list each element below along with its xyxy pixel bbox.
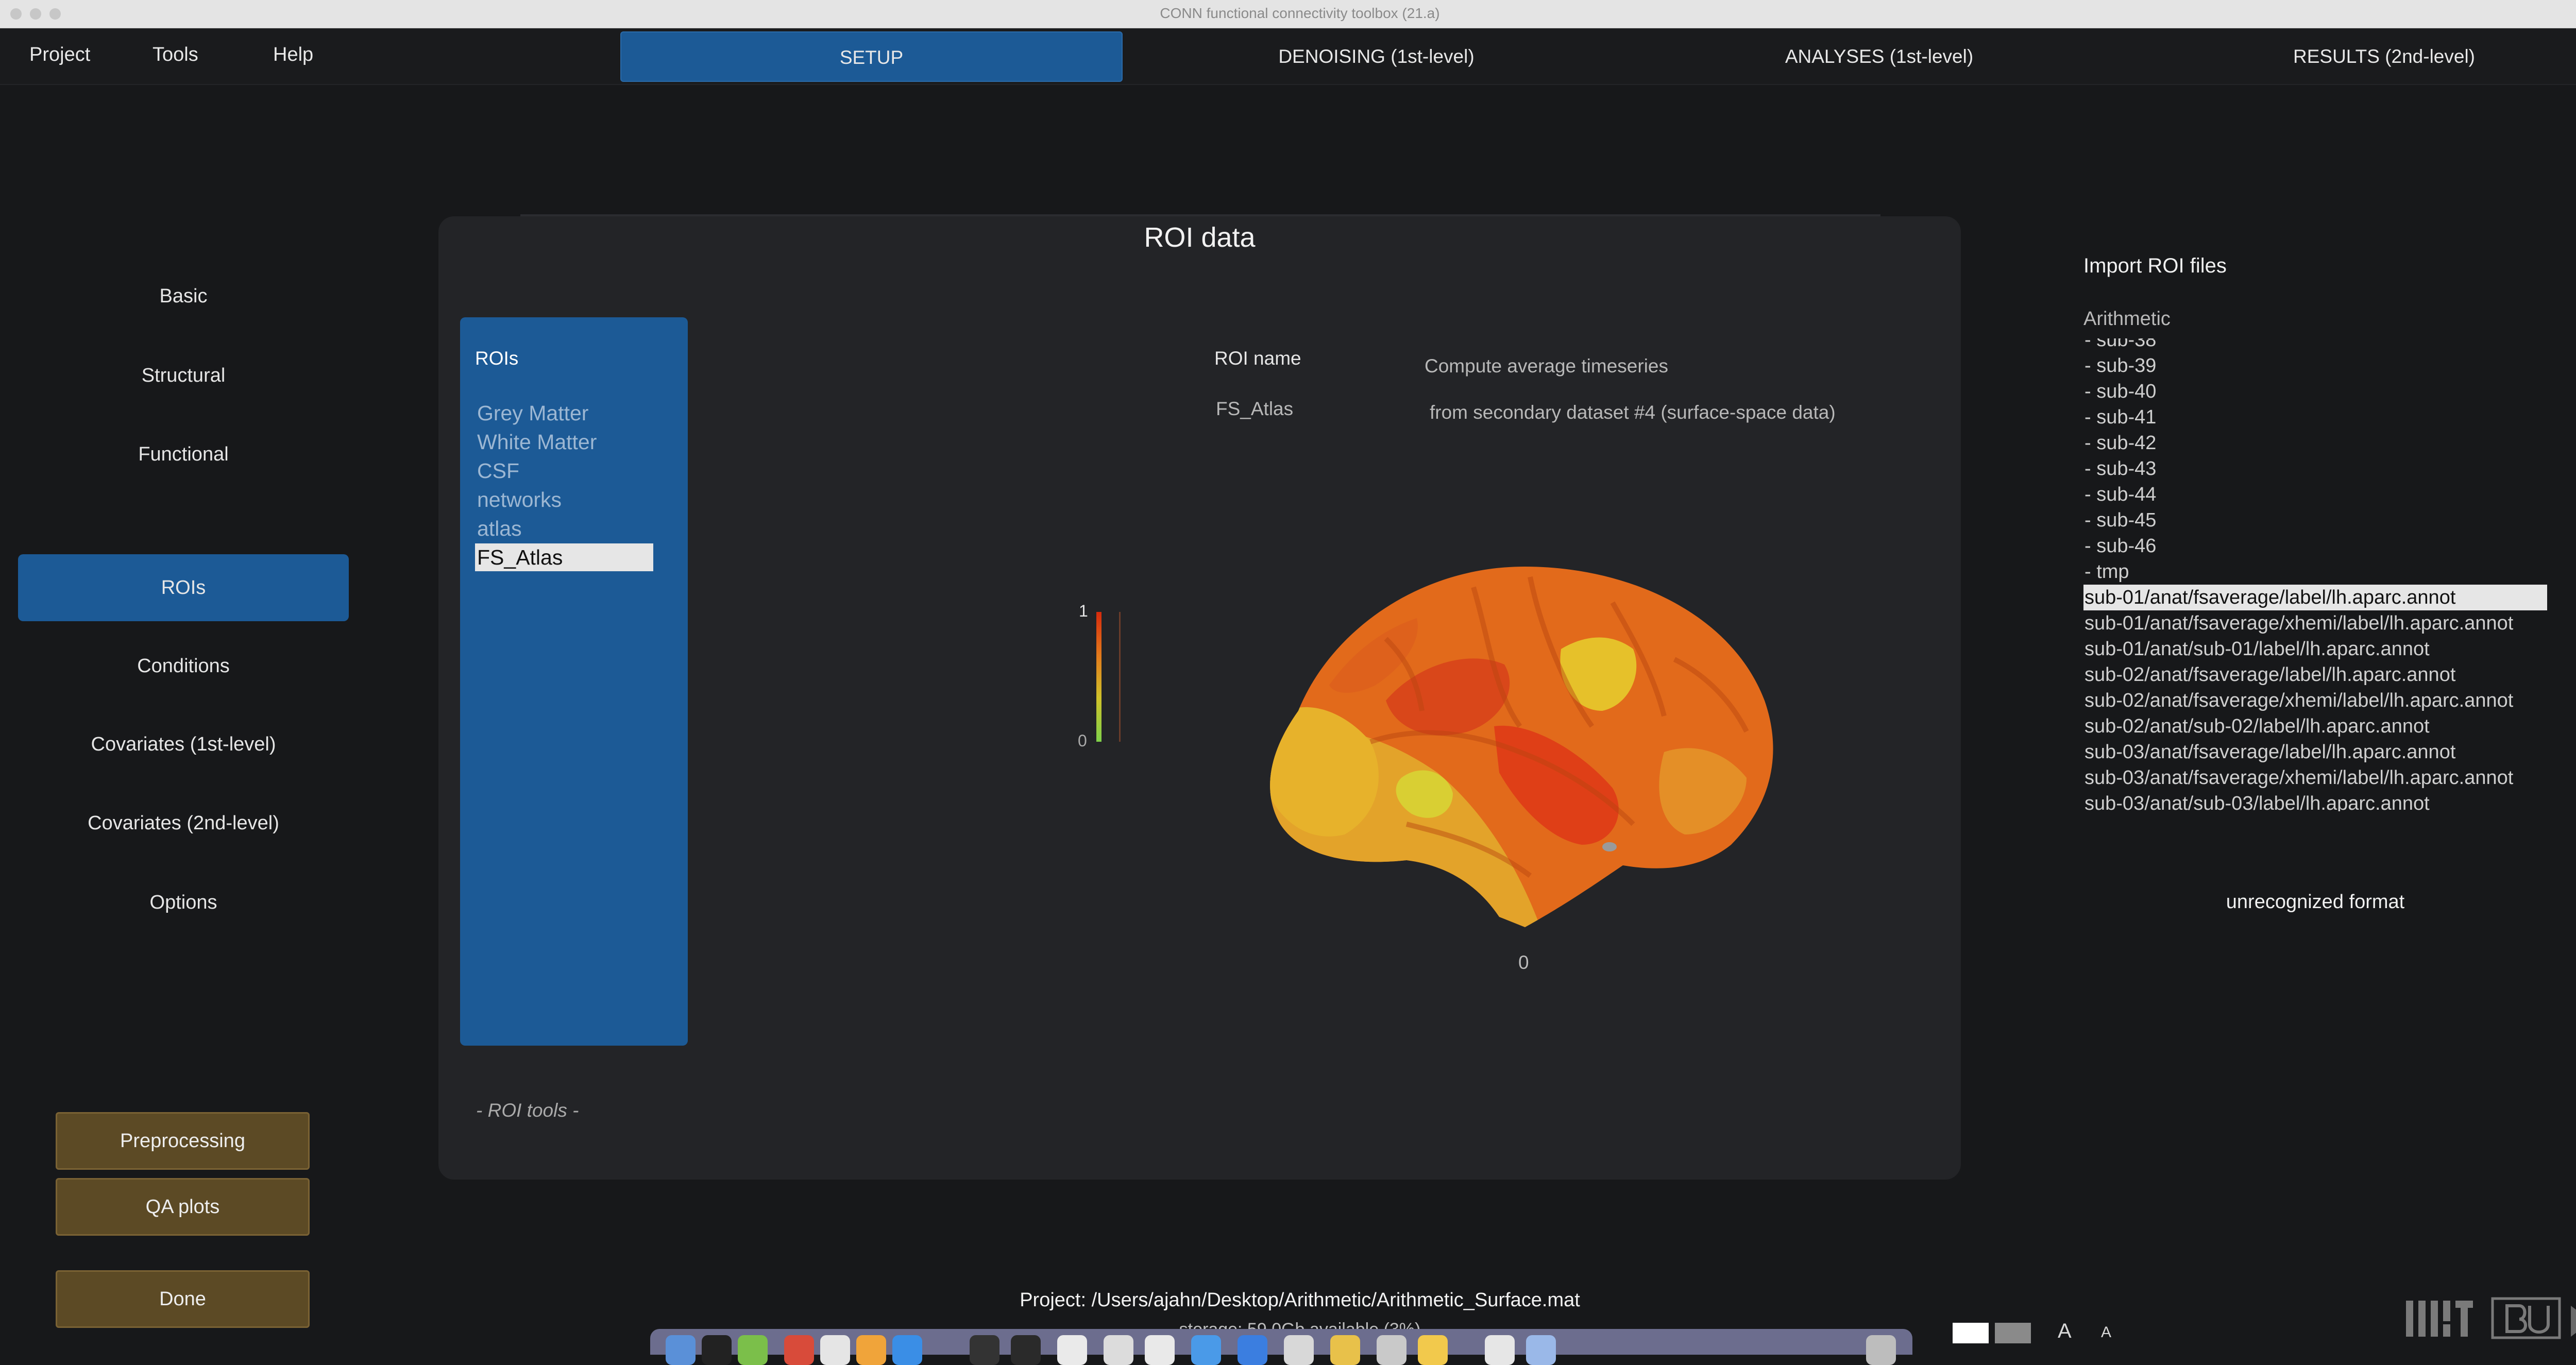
file-item[interactable]: - sub-46 [2083, 533, 2547, 559]
menu-help[interactable]: Help [273, 44, 313, 66]
roi-item-networks[interactable]: networks [475, 486, 562, 514]
institution-logos [2406, 1297, 2576, 1339]
file-item[interactable]: sub-03/anat/fsaverage/xhemi/label/lh.apa… [2083, 765, 2547, 791]
file-item[interactable]: - sub-45 [2083, 507, 2547, 533]
file-item[interactable]: sub-02/anat/fsaverage/xhemi/label/lh.apa… [2083, 688, 2547, 713]
macos-dock [650, 1329, 1912, 1365]
colorbar-max-label: 1 [1079, 602, 1088, 620]
folder-icon[interactable] [1526, 1335, 1556, 1365]
roi-item-fs-atlas[interactable]: FS_Atlas [475, 543, 653, 571]
document-icon[interactable] [1485, 1335, 1515, 1365]
nav-functional[interactable]: Functional [18, 421, 349, 488]
light-theme-swatch[interactable] [1953, 1323, 1989, 1343]
app-icon[interactable] [1104, 1335, 1133, 1365]
app-icon[interactable] [1057, 1335, 1087, 1365]
roi-tools-menu[interactable]: - ROI tools - [476, 1100, 579, 1121]
medial-wall-marker [1602, 842, 1617, 851]
app-icon[interactable] [1238, 1335, 1267, 1365]
app-icon[interactable] [738, 1335, 768, 1365]
nav-options[interactable]: Options [18, 869, 349, 936]
tab-analyses[interactable]: ANALYSES (1st-level) [1628, 31, 2130, 82]
app-icon[interactable] [1284, 1335, 1314, 1365]
roi-item-csf[interactable]: CSF [475, 457, 519, 485]
bu-logo-letter-u [2528, 1306, 2550, 1334]
file-item[interactable]: sub-01/anat/sub-01/label/lh.aparc.annot [2083, 636, 2547, 662]
trash-icon[interactable] [1866, 1335, 1896, 1365]
app-icon[interactable] [970, 1335, 999, 1365]
file-item[interactable]: - sub-43 [2083, 456, 2547, 482]
rois-header: ROIs [475, 348, 519, 369]
source-dataset-select[interactable]: from secondary dataset #4 (surface-space… [1430, 402, 1836, 423]
app-icon[interactable] [1145, 1335, 1175, 1365]
window-title: CONN functional connectivity toolbox (21… [1160, 5, 1440, 21]
app-icon[interactable] [892, 1335, 922, 1365]
colorbar-outline [1119, 612, 1121, 742]
app-icon[interactable] [820, 1335, 850, 1365]
finder-icon[interactable] [666, 1335, 696, 1365]
app-icon[interactable] [1330, 1335, 1360, 1365]
tab-denoising[interactable]: DENOISING (1st-level) [1125, 31, 1628, 82]
colorbar-min-label: 0 [1078, 731, 1087, 750]
app-icon[interactable] [1377, 1335, 1406, 1365]
nav-basic[interactable]: Basic [18, 263, 349, 330]
slice-value-label: 0 [1518, 952, 1529, 973]
nav-covariates-1st-level[interactable]: Covariates (1st-level) [18, 711, 349, 778]
font-size-large-button[interactable]: A [2058, 1320, 2072, 1343]
file-item[interactable]: - sub-44 [2083, 482, 2547, 507]
terminal-icon[interactable] [702, 1335, 732, 1365]
project-path: Project: /Users/ajahn/Desktop/Arithmetic… [1020, 1289, 1580, 1311]
panel-title: ROI data [1144, 222, 1256, 253]
nav-conditions[interactable]: Conditions [18, 633, 349, 699]
mit-logo [2406, 1301, 2473, 1337]
compute-average-label: Compute average timeseries [1425, 355, 1668, 377]
file-item[interactable]: - sub-42 [2083, 430, 2547, 456]
file-item[interactable]: sub-02/anat/fsaverage/label/lh.aparc.ann… [2083, 662, 2547, 688]
brain-surface-render[interactable] [1252, 556, 1783, 927]
file-item[interactable]: sub-03/anat/sub-03/label/lh.aparc.annot [2083, 791, 2547, 811]
import-roi-files-title: Import ROI files [2083, 254, 2227, 277]
file-item[interactable]: - sub-40 [2083, 379, 2547, 404]
partial-logo-mark [2571, 1306, 2576, 1337]
roi-item-atlas[interactable]: atlas [475, 515, 522, 542]
window-titlebar: CONN functional connectivity toolbox (21… [0, 0, 2576, 28]
file-list[interactable]: - sub-38 - sub-39 - sub-40 - sub-41 - su… [2083, 338, 2547, 811]
menu-project[interactable]: Project [29, 44, 90, 66]
panel-divider [520, 214, 1880, 216]
menu-bar: Project Tools Help SETUP DENOISING (1st-… [0, 28, 2576, 85]
file-item[interactable]: sub-03/anat/fsaverage/label/lh.aparc.ann… [2083, 739, 2547, 765]
roi-name-label: ROI name [1214, 348, 1301, 369]
app-icon[interactable] [856, 1335, 886, 1365]
font-size-small-button[interactable]: A [2101, 1324, 2111, 1341]
qa-plots-button[interactable]: QA plots [56, 1178, 310, 1236]
colorbar [1096, 612, 1101, 742]
tab-results[interactable]: RESULTS (2nd-level) [2133, 31, 2576, 82]
file-item-selected[interactable]: sub-01/anat/fsaverage/label/lh.aparc.ann… [2083, 585, 2547, 610]
file-item[interactable]: sub-02/anat/sub-02/label/lh.aparc.annot [2083, 713, 2547, 739]
app-icon[interactable] [784, 1335, 814, 1365]
file-item[interactable]: sub-01/anat/fsaverage/xhemi/label/lh.apa… [2083, 610, 2547, 636]
roi-name-field[interactable]: FS_Atlas [1216, 398, 1293, 420]
current-directory[interactable]: Arithmetic [2083, 308, 2171, 330]
file-item[interactable]: - sub-38 [2083, 338, 2547, 353]
gray-theme-swatch[interactable] [1995, 1323, 2031, 1343]
bu-logo-letter-b [2505, 1304, 2527, 1333]
file-item[interactable]: - sub-39 [2083, 353, 2547, 379]
format-status: unrecognized format [2226, 891, 2405, 913]
file-item[interactable]: - tmp [2083, 559, 2547, 585]
tab-setup[interactable]: SETUP [620, 31, 1123, 82]
app-icon[interactable] [1011, 1335, 1041, 1365]
preprocessing-button[interactable]: Preprocessing [56, 1112, 310, 1170]
nav-structural[interactable]: Structural [18, 342, 349, 409]
roi-item-grey-matter[interactable]: Grey Matter [475, 399, 588, 427]
roi-item-white-matter[interactable]: White Matter [475, 428, 597, 456]
menu-tools[interactable]: Tools [152, 44, 198, 66]
nav-covariates-2nd-level[interactable]: Covariates (2nd-level) [18, 790, 349, 857]
nav-rois[interactable]: ROIs [18, 554, 349, 621]
file-item[interactable]: - sub-41 [2083, 404, 2547, 430]
app-icon[interactable] [1191, 1335, 1221, 1365]
app-icon[interactable] [1418, 1335, 1448, 1365]
